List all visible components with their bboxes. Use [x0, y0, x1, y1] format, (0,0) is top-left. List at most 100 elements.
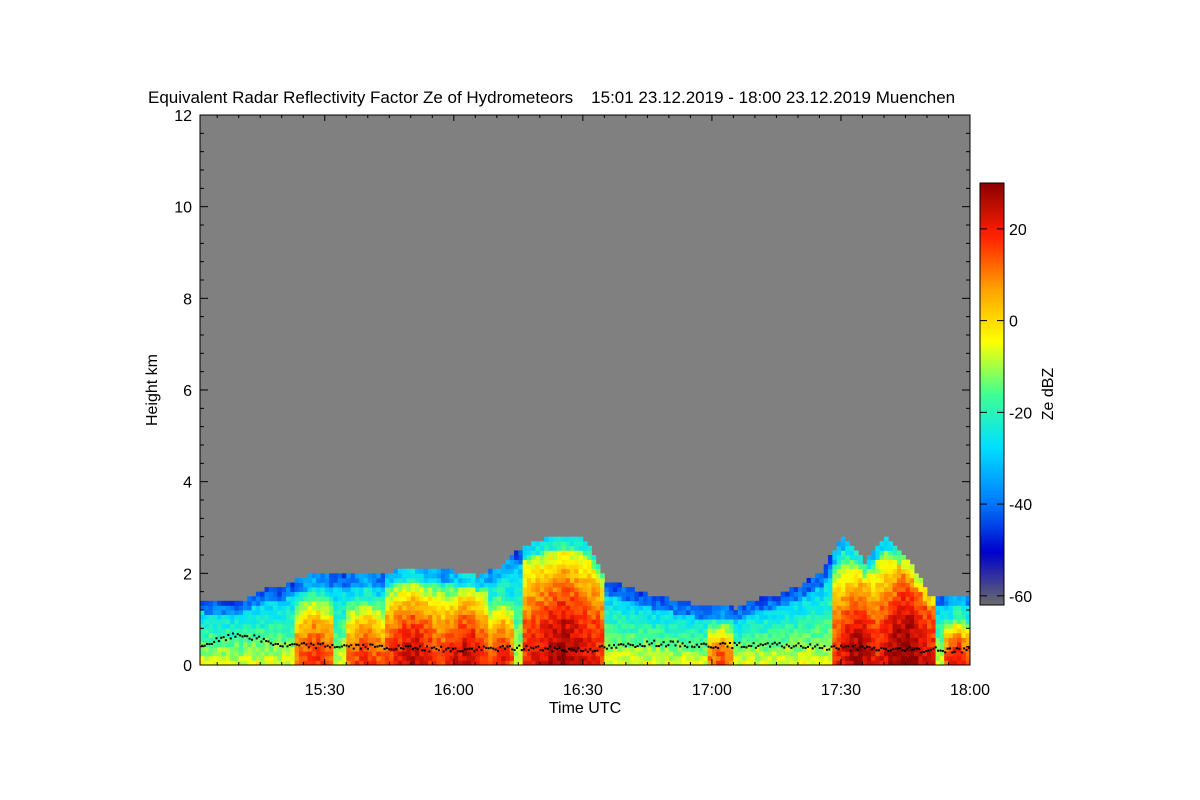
reflectivity-cell: [845, 559, 850, 565]
reflectivity-cell: [849, 591, 855, 597]
reflectivity-cell: [307, 600, 313, 606]
reflectivity-cell: [393, 619, 399, 625]
reflectivity-cell: [273, 614, 278, 620]
reflectivity-cell: [664, 637, 670, 643]
reflectivity-cell: [711, 605, 717, 611]
reflectivity-cell: [492, 651, 498, 657]
reflectivity-cell: [225, 605, 231, 611]
reflectivity-cell: [298, 614, 304, 620]
reflectivity-cell: [729, 628, 734, 634]
reflectivity-cell: [200, 610, 205, 615]
reflectivity-cell: [879, 651, 885, 657]
reflectivity-cell: [363, 587, 369, 593]
cloud-base-dot: [899, 647, 902, 649]
reflectivity-cell: [492, 596, 498, 602]
reflectivity-cell: [612, 596, 618, 602]
reflectivity-cell: [329, 587, 334, 593]
reflectivity-cell: [905, 582, 911, 588]
reflectivity-cell: [763, 619, 769, 625]
reflectivity-cell: [522, 550, 528, 556]
reflectivity-cell: [204, 637, 209, 643]
reflectivity-cell: [466, 614, 472, 620]
reflectivity-cell: [475, 632, 481, 638]
reflectivity-cell: [939, 600, 945, 606]
reflectivity-cell: [883, 577, 889, 583]
reflectivity-cell: [432, 596, 437, 602]
reflectivity-cell: [505, 577, 511, 583]
reflectivity-cell: [432, 587, 437, 593]
reflectivity-cell: [802, 655, 807, 661]
reflectivity-cell: [531, 623, 536, 629]
reflectivity-cell: [793, 651, 799, 657]
reflectivity-cell: [901, 623, 906, 629]
reflectivity-cell: [819, 619, 825, 625]
reflectivity-cell: [789, 628, 795, 634]
reflectivity-cell: [840, 623, 846, 629]
cloud-base-dot: [454, 647, 457, 650]
reflectivity-cell: [604, 605, 610, 611]
cloud-base-dot: [631, 644, 634, 647]
reflectivity-cell: [720, 610, 726, 615]
cloud-base-dot: [894, 647, 897, 650]
reflectivity-cell: [200, 632, 205, 638]
reflectivity-cell: [587, 587, 592, 593]
reflectivity-cell: [896, 587, 902, 593]
cloud-base-dot: [908, 646, 911, 649]
reflectivity-cell: [522, 582, 528, 588]
reflectivity-cell: [914, 632, 919, 638]
reflectivity-cell: [569, 591, 575, 597]
reflectivity-cell: [797, 591, 803, 597]
reflectivity-cell: [453, 628, 459, 634]
reflectivity-cell: [475, 623, 481, 629]
reflectivity-cell: [793, 610, 799, 615]
reflectivity-cell: [604, 610, 610, 615]
reflectivity-cell: [664, 614, 670, 620]
reflectivity-cell: [733, 628, 739, 634]
reflectivity-cell: [883, 637, 889, 643]
cloud-base-dot: [456, 650, 459, 653]
reflectivity-cell: [733, 619, 739, 625]
cloud-base-dot: [702, 642, 705, 645]
reflectivity-cell: [225, 655, 231, 661]
reflectivity-cell: [514, 591, 519, 597]
reflectivity-cell: [294, 577, 300, 583]
reflectivity-cell: [720, 605, 726, 611]
reflectivity-cell: [789, 614, 795, 620]
reflectivity-cell: [238, 655, 244, 661]
reflectivity-cell: [557, 591, 562, 597]
reflectivity-cell: [393, 596, 399, 602]
reflectivity-cell: [600, 610, 605, 615]
reflectivity-cell: [630, 610, 635, 615]
reflectivity-cell: [324, 655, 330, 661]
reflectivity-cell: [742, 619, 747, 625]
reflectivity-cell: [565, 564, 571, 570]
reflectivity-cell: [733, 646, 739, 652]
reflectivity-cell: [402, 587, 407, 593]
reflectivity-cell: [548, 559, 554, 565]
cloud-base-dot: [570, 648, 573, 651]
reflectivity-cell: [522, 591, 528, 597]
reflectivity-cell: [630, 614, 635, 620]
reflectivity-cell: [427, 642, 433, 648]
reflectivity-cell: [294, 619, 300, 625]
reflectivity-cell: [281, 623, 287, 629]
reflectivity-cell: [544, 582, 549, 588]
reflectivity-cell: [221, 605, 227, 611]
cloud-base-dot: [516, 646, 518, 649]
cloud-base-dot: [269, 642, 272, 645]
reflectivity-cell: [879, 596, 885, 602]
reflectivity-cell: [634, 655, 640, 661]
reflectivity-cell: [733, 632, 739, 638]
reflectivity-cell: [858, 596, 863, 602]
reflectivity-cell: [307, 628, 313, 634]
reflectivity-cell: [359, 632, 364, 638]
reflectivity-cell: [587, 577, 592, 583]
reflectivity-cell: [264, 600, 270, 606]
reflectivity-cell: [501, 591, 506, 597]
reflectivity-cell: [406, 582, 412, 588]
cloud-base-dot: [816, 643, 819, 646]
reflectivity-cell: [488, 577, 493, 583]
reflectivity-cell: [337, 651, 343, 657]
reflectivity-cell: [363, 655, 369, 661]
reflectivity-cell: [522, 614, 528, 620]
